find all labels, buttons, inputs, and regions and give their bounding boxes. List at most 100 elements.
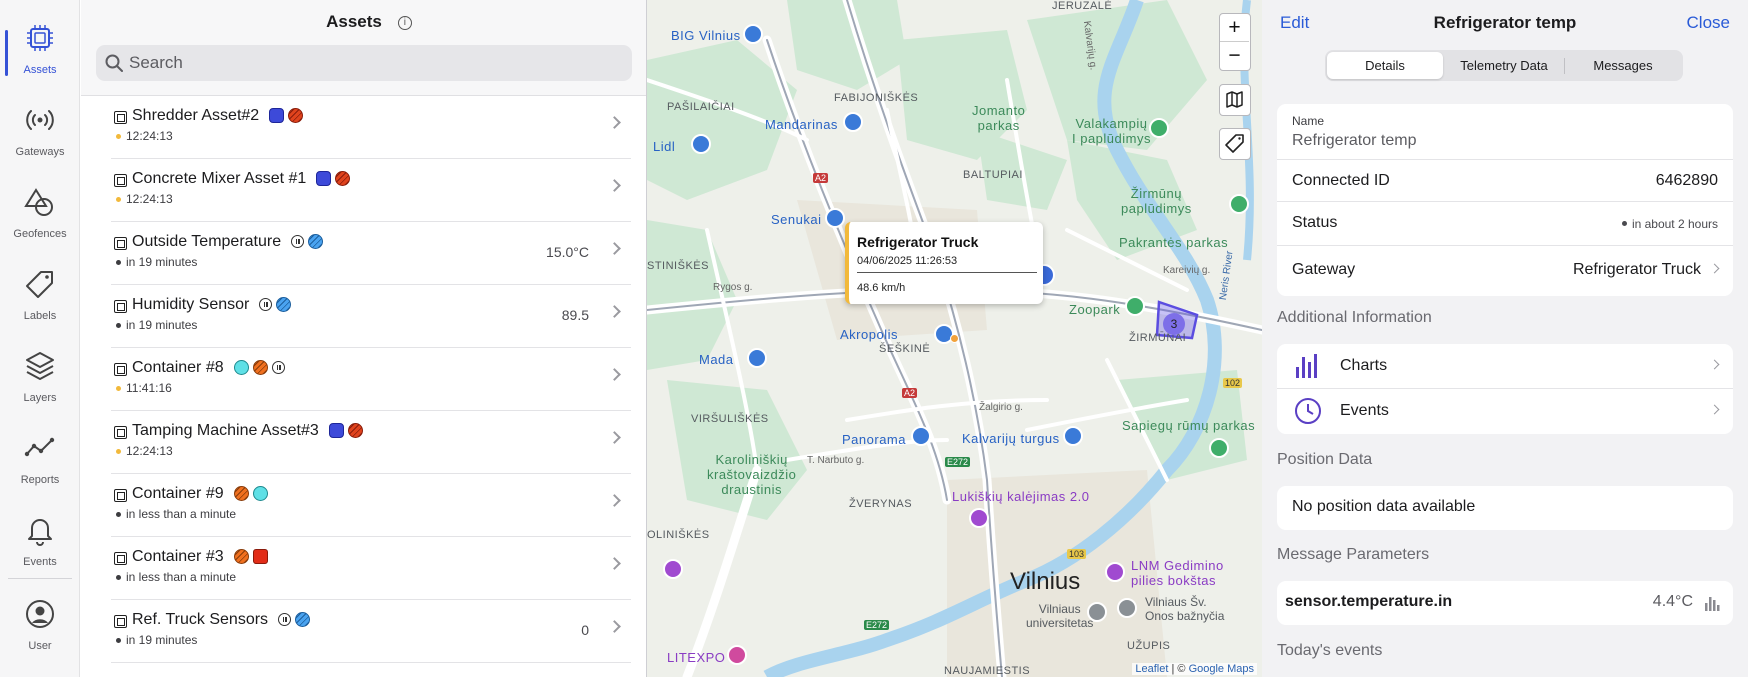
- nav-item-gateways[interactable]: Gateways: [0, 96, 80, 176]
- asset-row[interactable]: Concrete Mixer Asset #1 12:24:13: [111, 159, 631, 222]
- nav-item-layers[interactable]: Layers: [0, 342, 80, 422]
- chip-icon: [114, 300, 127, 313]
- asset-row[interactable]: Ref. Truck Sensors in 19 minutes 0: [111, 600, 631, 663]
- gateway-label: Gateway: [1292, 261, 1356, 278]
- popup-title: Refrigerator Truck: [857, 234, 979, 250]
- no-signal-badge-icon: [288, 108, 303, 124]
- nav-label: User: [28, 640, 52, 652]
- additional-info-header: Additional Information: [1277, 309, 1432, 326]
- asset-status: in 19 minutes: [126, 318, 198, 332]
- tab-messages[interactable]: Messages: [1565, 52, 1681, 79]
- map-type-button[interactable]: [1219, 84, 1251, 116]
- additional-info-card: Charts Events: [1277, 344, 1733, 434]
- asset-row[interactable]: Container #8 11:41:16: [111, 348, 631, 411]
- status-dot: [116, 134, 121, 139]
- vehicle-marker[interactable]: [950, 334, 959, 343]
- trend-line-icon: [24, 437, 55, 457]
- map-label: ŠEŠKINĖ: [879, 343, 931, 355]
- map-icon: [1226, 91, 1243, 108]
- no-signal-badge-icon: [253, 360, 268, 376]
- events-row[interactable]: Events: [1277, 389, 1733, 434]
- charts-row[interactable]: Charts: [1277, 344, 1733, 389]
- info-icon[interactable]: i: [397, 16, 412, 30]
- online-badge-icon: [253, 486, 268, 502]
- name-row[interactable]: Name Refrigerator temp: [1277, 104, 1733, 160]
- asset-row[interactable]: Humidity Sensor in 19 minutes 89.5: [111, 285, 631, 348]
- chevron-right-icon: [608, 116, 621, 129]
- nav-item-reports[interactable]: Reports: [0, 424, 80, 504]
- bar-chart-icon[interactable]: [1703, 594, 1721, 612]
- map-label: Mandarinas: [765, 117, 838, 132]
- map-label: Rygos g.: [713, 282, 753, 293]
- no-signal-badge-icon: [335, 171, 350, 187]
- status-dot: [116, 323, 121, 328]
- asset-info-card: Name Refrigerator temp Connected ID 6462…: [1277, 104, 1733, 296]
- map-label: LITEXPO: [667, 650, 726, 665]
- road-shield: E272: [864, 620, 890, 630]
- shopping-icon: [825, 208, 845, 228]
- search-box[interactable]: [96, 45, 632, 81]
- chip-icon: [114, 426, 127, 439]
- nav-item-user[interactable]: User: [0, 590, 80, 670]
- tab-telemetry-data[interactable]: Telemetry Data: [1446, 52, 1562, 79]
- gateway-row[interactable]: Gateway Refrigerator Truck: [1277, 246, 1733, 296]
- gateway-value-wrap: Refrigerator Truck: [1573, 261, 1720, 279]
- layers-icon: [26, 352, 54, 380]
- map-view[interactable]: JERUZALĖ BIG Vilnius FABIJONIŠKĖS PAŠILA…: [647, 0, 1262, 677]
- map-label: ŽVERYNAS: [849, 498, 913, 510]
- connected-id-label: Connected ID: [1292, 172, 1390, 189]
- zoom-out-button[interactable]: −: [1220, 42, 1249, 70]
- asset-row[interactable]: Container #9 in less than a minute: [111, 474, 631, 537]
- park-icon: [1149, 118, 1169, 138]
- map-label: BALTUPIAI: [963, 169, 1023, 181]
- asset-row[interactable]: Container #3 in less than a minute: [111, 537, 631, 600]
- signal-badge-icon: [295, 612, 310, 628]
- asset-row[interactable]: Tamping Machine Asset#3 12:24:13: [111, 411, 631, 474]
- shopping-icon: [691, 134, 711, 154]
- chevron-right-icon: [608, 305, 621, 318]
- map-label: OLINIŠKĖS: [647, 529, 710, 541]
- tag-icon: [26, 271, 53, 298]
- chevron-right-icon: [608, 494, 621, 507]
- map-label: NAUJAMIESTIS: [944, 665, 1031, 677]
- labels-toggle-button[interactable]: [1219, 128, 1251, 160]
- asset-name: Humidity Sensor: [132, 296, 250, 313]
- chip-icon: [114, 552, 127, 565]
- vehicle-popup[interactable]: Refrigerator Truck 04/06/2025 11:26:53 4…: [845, 222, 1043, 304]
- clock-icon: [1295, 398, 1321, 424]
- nav-item-assets[interactable]: Assets: [0, 14, 80, 94]
- cluster-marker[interactable]: 3: [1163, 313, 1185, 335]
- asset-row[interactable]: Shredder Asset#2 12:24:13: [111, 96, 631, 159]
- gateway-badge-icon: [329, 423, 344, 439]
- nav-item-labels[interactable]: Labels: [0, 260, 80, 340]
- assets-panel: Assetsi Shredder Asset#212:24:13Concrete…: [81, 0, 647, 677]
- leaflet-link[interactable]: Leaflet: [1135, 663, 1168, 675]
- paused-badge-icon: [291, 235, 304, 249]
- chevron-right-icon: [608, 179, 621, 192]
- param-value: 4.4°C: [1652, 593, 1693, 610]
- detail-scroll-area[interactable]: Name Refrigerator temp Connected ID 6462…: [1262, 90, 1748, 677]
- assets-title: Assets i: [81, 12, 646, 32]
- charts-label: Charts: [1340, 357, 1388, 374]
- shapes-icon: [24, 188, 53, 216]
- edit-button[interactable]: Edit: [1280, 13, 1309, 33]
- google-maps-link[interactable]: Google Maps: [1189, 663, 1254, 675]
- asset-row[interactable]: Outside Temperature in 19 minutes 15.0°C: [111, 222, 631, 285]
- search-input[interactable]: [129, 52, 619, 74]
- map-label: UŽUPIS: [1127, 640, 1171, 652]
- zoom-in-button[interactable]: +: [1220, 14, 1249, 42]
- tab-details[interactable]: Details: [1327, 52, 1443, 79]
- assets-header: Assets i: [81, 0, 646, 96]
- nav-item-geofences[interactable]: Geofences: [0, 178, 80, 258]
- status-dot: [1621, 221, 1627, 226]
- user-circle-icon: [26, 600, 54, 628]
- park-icon: [1229, 194, 1249, 214]
- nav-label: Geofences: [13, 228, 67, 240]
- nav-label: Gateways: [15, 146, 65, 158]
- nav-item-events[interactable]: Events: [0, 506, 80, 586]
- tag-icon: [1225, 134, 1244, 153]
- close-button[interactable]: Close: [1687, 13, 1730, 33]
- asset-badges: [278, 611, 314, 629]
- chip-icon: [114, 237, 127, 250]
- asset-badges: [269, 107, 307, 125]
